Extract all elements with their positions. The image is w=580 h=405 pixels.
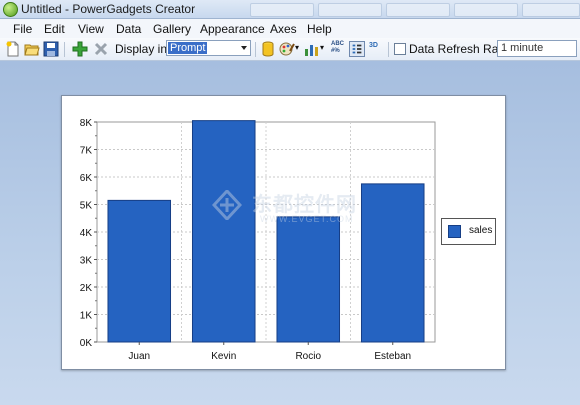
- y-tick-label: 3K: [80, 256, 93, 267]
- menu-gallery[interactable]: Gallery: [153, 22, 191, 36]
- chart-panel[interactable]: 0K 1K 2K 3K 4K 5K 6K 7K 8K Juan Kevin Rocio Esteban: [61, 95, 506, 370]
- y-tick-label: 5K: [80, 201, 93, 212]
- y-tick-label: 2K: [80, 283, 93, 294]
- background-taskbar-tab: [250, 3, 314, 17]
- menu-data[interactable]: Data: [116, 22, 141, 36]
- data-refresh-rate-field[interactable]: 1 minute: [497, 40, 577, 57]
- toolbar-separator: [64, 42, 65, 57]
- bar-chart: 0K 1K 2K 3K 4K 5K 6K 7K 8K Juan Kevin Rocio Esteban: [80, 118, 436, 362]
- menu-axes[interactable]: Axes: [270, 22, 297, 36]
- format-icon[interactable]: ABC #%: [331, 41, 347, 57]
- x-tick-label: Kevin: [211, 351, 236, 362]
- toolbar-separator: [388, 42, 389, 57]
- y-tick-label: 1K: [80, 311, 93, 322]
- watermark: 东都控件网 WWW.EVGET.COM: [212, 188, 382, 228]
- y-tick-label: 7K: [80, 146, 93, 157]
- legend-swatch: [448, 225, 461, 238]
- background-taskbar-tab: [522, 3, 580, 17]
- menu-edit[interactable]: Edit: [44, 22, 65, 36]
- title-bar: Untitled - PowerGadgets Creator: [0, 0, 580, 19]
- palette-dropdown-arrow[interactable]: ▾: [295, 43, 299, 52]
- legend-label: sales: [469, 225, 493, 236]
- watermark-text: 东都控件网: [252, 194, 357, 216]
- bar-kevin: [191, 120, 256, 343]
- save-icon[interactable]: [43, 41, 59, 57]
- add-icon[interactable]: [72, 41, 88, 57]
- y-tick-label: 6K: [80, 173, 93, 184]
- y-tick-label: 4K: [80, 228, 93, 239]
- data-refresh-checkbox[interactable]: [394, 43, 406, 55]
- y-tick-label: 0K: [80, 338, 93, 349]
- menu-view[interactable]: View: [78, 22, 104, 36]
- view-3d-icon[interactable]: 3D: [369, 41, 385, 57]
- chart-legend[interactable]: sales: [441, 218, 496, 245]
- x-tick-label: Rocio: [295, 351, 321, 362]
- bar-juan: [107, 199, 172, 343]
- display-in-dropdown[interactable]: Prompt: [166, 40, 251, 56]
- palette-icon[interactable]: [279, 41, 295, 57]
- chart-type-icon[interactable]: [304, 41, 320, 57]
- x-tick-label: Esteban: [374, 351, 411, 362]
- app-icon: [3, 2, 18, 17]
- menu-help[interactable]: Help: [307, 22, 332, 36]
- display-in-value: Prompt: [168, 42, 208, 54]
- menu-file[interactable]: File: [13, 22, 32, 36]
- bar-rocio: [276, 216, 341, 343]
- watermark-logo: [212, 190, 242, 220]
- background-taskbar-tab: [454, 3, 518, 17]
- data-source-icon[interactable]: [260, 41, 276, 57]
- legend-toggle-icon[interactable]: [349, 41, 365, 57]
- background-taskbar-tab: [386, 3, 450, 17]
- menu-bar: File Edit View Data Gallery Appearance A…: [0, 19, 580, 39]
- delete-icon[interactable]: [93, 41, 109, 57]
- new-file-icon[interactable]: [5, 41, 21, 57]
- x-tick-label: Juan: [128, 351, 150, 362]
- toolbar: Display in: Prompt ▾ ▾ ABC #% 3D Data Re…: [0, 38, 580, 61]
- window-title: Untitled - PowerGadgets Creator: [21, 2, 196, 16]
- chevron-down-icon: [241, 46, 247, 50]
- open-folder-icon[interactable]: [24, 41, 40, 57]
- menu-appearance[interactable]: Appearance: [200, 22, 265, 36]
- y-tick-label: 8K: [80, 118, 93, 129]
- chart-type-dropdown-arrow[interactable]: ▾: [320, 43, 324, 52]
- display-in-label: Display in:: [115, 42, 171, 56]
- background-taskbar-tab: [318, 3, 382, 17]
- toolbar-separator: [255, 42, 256, 57]
- watermark-url: WWW.EVGET.COM: [260, 214, 354, 224]
